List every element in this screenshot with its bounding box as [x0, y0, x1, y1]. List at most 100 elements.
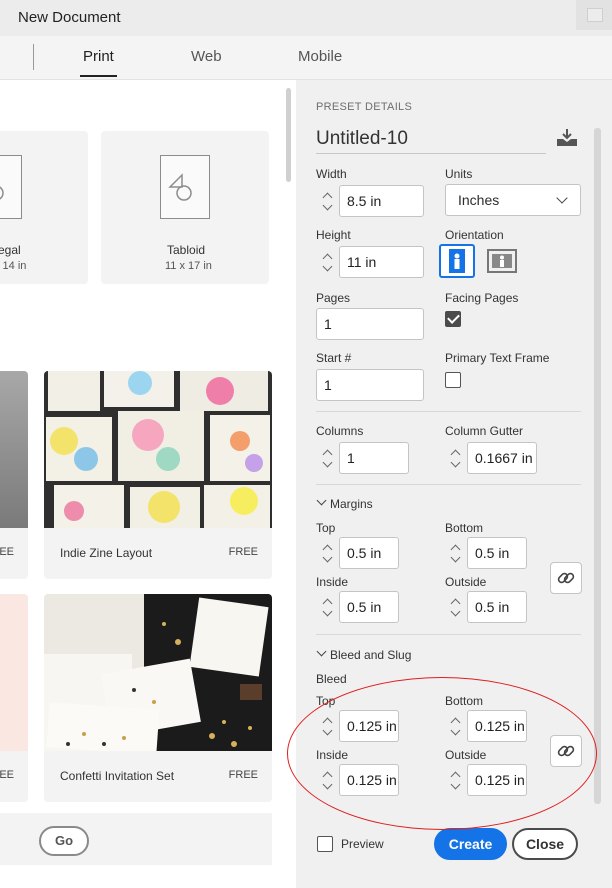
width-stepper[interactable]	[318, 183, 340, 219]
height-stepper[interactable]	[318, 244, 340, 280]
tab-separator	[33, 44, 34, 70]
portrait-icon	[449, 249, 465, 273]
columns-label: Columns	[316, 424, 364, 438]
bleed-bottom-stepper[interactable]	[446, 708, 468, 744]
template-card[interactable]: REE	[0, 594, 28, 802]
bleed-slug-section-header[interactable]: Bleed and Slug	[330, 648, 411, 662]
document-name-input[interactable]: Untitled-10	[316, 126, 546, 154]
preset-dims: x 14 in	[0, 260, 27, 272]
pages-label: Pages	[316, 291, 351, 305]
preview-label: Preview	[341, 837, 384, 851]
margin-inside-label: Inside	[316, 575, 349, 589]
chevron-down-icon	[556, 192, 568, 204]
margins-section-header[interactable]: Margins	[330, 497, 373, 511]
new-document-dialog: New Document Print Web Mobile egal x 14 …	[0, 0, 612, 888]
bleed-link-button[interactable]	[550, 735, 582, 767]
bleed-inside-stepper[interactable]	[318, 762, 340, 798]
section-divider	[316, 634, 581, 635]
section-divider	[316, 411, 581, 412]
orientation-landscape-button[interactable]	[485, 244, 521, 278]
facing-pages-checkbox[interactable]	[445, 311, 461, 327]
details-scrollbar[interactable]	[594, 128, 601, 804]
bleed-outside-input[interactable]: 0.125 in	[467, 764, 527, 796]
bleed-top-label: Top	[316, 694, 336, 708]
margin-top-stepper[interactable]	[318, 535, 340, 571]
tab-web[interactable]: Web	[191, 48, 222, 65]
close-button[interactable]: Close	[512, 828, 578, 860]
bleed-top-input[interactable]: 0.125 in	[339, 710, 399, 742]
preset-name: egal	[0, 243, 21, 257]
margin-top-label: Top	[316, 521, 336, 535]
template-thumbnail	[44, 594, 272, 751]
preset-name: Tabloid	[167, 243, 206, 257]
width-input[interactable]: 8.5 in	[339, 185, 424, 217]
preview-checkbox[interactable]	[317, 836, 333, 852]
window-title: New Document	[18, 9, 121, 26]
template-card-confetti[interactable]: Confetti Invitation Set FREE	[44, 594, 272, 802]
column-gutter-stepper[interactable]	[446, 440, 468, 476]
margin-outside-stepper[interactable]	[446, 589, 468, 625]
start-page-label: Start #	[316, 351, 352, 365]
template-card[interactable]: REE	[0, 371, 28, 579]
margin-top-input[interactable]: 0.5 in	[339, 537, 399, 569]
margin-bottom-stepper[interactable]	[446, 535, 468, 571]
template-badge: FREE	[228, 546, 258, 558]
template-name: Confetti Invitation Set	[60, 769, 175, 783]
width-label: Width	[316, 167, 347, 181]
template-badge: FREE	[228, 769, 258, 781]
preset-details-header: PRESET DETAILS	[316, 101, 413, 113]
pages-input[interactable]: 1	[316, 308, 424, 340]
template-thumbnail	[44, 371, 272, 528]
document-icon	[160, 155, 210, 219]
window-control-button[interactable]	[576, 0, 612, 30]
template-card-indie-zine[interactable]: Indie Zine Layout FREE	[44, 371, 272, 579]
tab-print[interactable]: Print	[80, 48, 117, 77]
margin-bottom-input[interactable]: 0.5 in	[467, 537, 527, 569]
orientation-portrait-button[interactable]	[439, 244, 475, 278]
bleed-outside-label: Outside	[445, 748, 487, 762]
units-label: Units	[445, 167, 473, 181]
preset-dims: 11 x 17 in	[165, 260, 212, 272]
go-button[interactable]: Go	[39, 826, 89, 856]
category-tabs: Print Web Mobile	[0, 36, 612, 80]
link-icon	[557, 572, 575, 584]
columns-input[interactable]: 1	[339, 442, 409, 474]
link-icon	[557, 745, 575, 757]
section-divider	[316, 484, 581, 485]
start-page-input[interactable]: 1	[316, 369, 424, 401]
margin-outside-input[interactable]: 0.5 in	[467, 591, 527, 623]
preset-card-legal[interactable]: egal x 14 in	[0, 131, 88, 284]
document-icon	[0, 155, 22, 219]
margins-link-button[interactable]	[550, 562, 582, 594]
facing-pages-label: Facing Pages	[445, 291, 519, 305]
bleed-inside-input[interactable]: 0.125 in	[339, 764, 399, 796]
height-label: Height	[316, 228, 351, 242]
margin-inside-input[interactable]: 0.5 in	[339, 591, 399, 623]
bleed-bottom-label: Bottom	[445, 694, 484, 708]
margin-outside-label: Outside	[445, 575, 487, 589]
primary-text-frame-checkbox[interactable]	[445, 372, 461, 388]
create-button[interactable]: Create	[434, 828, 507, 860]
title-bar: New Document	[0, 0, 612, 36]
template-thumbnail	[0, 594, 28, 751]
preset-card-tabloid[interactable]: Tabloid 11 x 17 in	[101, 131, 269, 284]
height-input[interactable]: 11 in	[339, 246, 424, 278]
bleed-top-stepper[interactable]	[318, 708, 340, 744]
presets-gallery: egal x 14 in Tabloid 11 x 17 in REE	[0, 80, 296, 888]
margin-bottom-label: Bottom	[445, 521, 484, 535]
template-name: Indie Zine Layout	[60, 546, 153, 560]
primary-text-frame-label: Primary Text Frame	[445, 351, 550, 365]
units-value: Inches	[458, 192, 500, 208]
units-select[interactable]: Inches	[445, 184, 581, 216]
column-gutter-label: Column Gutter	[445, 424, 524, 438]
columns-stepper[interactable]	[318, 440, 340, 476]
gallery-scrollbar[interactable]	[286, 88, 291, 182]
margin-inside-stepper[interactable]	[318, 589, 340, 625]
bleed-bottom-input[interactable]: 0.125 in	[467, 710, 527, 742]
save-preset-icon[interactable]	[556, 128, 578, 148]
template-thumbnail	[0, 371, 28, 528]
column-gutter-input[interactable]: 0.1667 in	[467, 442, 537, 474]
tab-mobile[interactable]: Mobile	[298, 48, 342, 65]
bleed-outside-stepper[interactable]	[446, 762, 468, 798]
template-badge: REE	[0, 546, 14, 558]
